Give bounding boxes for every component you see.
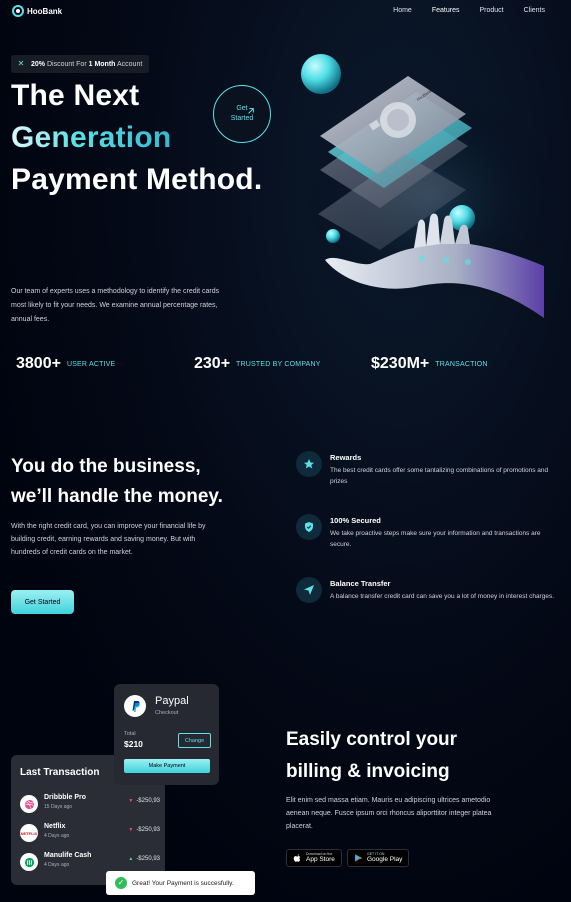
feature-title: Balance Transfer <box>330 579 391 588</box>
google-play-button[interactable]: GET IT ON Google Play <box>347 849 410 867</box>
transaction-amount: ▼ -$250,93 <box>128 798 160 804</box>
paypal-checkout-card: Paypal Checkout Total $210 Change Make P… <box>114 684 219 785</box>
stat-companies: 230+ TRUSTED BY COMPANY <box>194 355 371 373</box>
stat-label: TRANSACTION <box>435 360 488 368</box>
transaction-title: Last Transaction <box>20 767 100 778</box>
discount-icon: ✕ <box>17 59 25 68</box>
nav-link-home[interactable]: Home <box>393 7 412 14</box>
feature-text: We take proactive steps make sure your i… <box>330 530 541 548</box>
manulife-icon <box>20 853 38 871</box>
billing-description: Elit enim sed massa etiam. Mauris eu adi… <box>286 797 492 830</box>
app-store-button[interactable]: Download on the App Store <box>286 849 342 867</box>
star-icon <box>296 451 322 477</box>
payment-success-toast: ✓ Great! Your Payment is succesfully. <box>106 871 255 895</box>
transaction-date: 4 Days ago <box>44 862 70 868</box>
check-circle-icon: ✓ <box>115 877 127 889</box>
google-play-label: Google Play <box>367 856 403 863</box>
brand-name: HooBank <box>27 6 63 16</box>
page: HooBank Home Features Product Clients ✕ … <box>0 0 571 902</box>
stat-label: TRUSTED BY COMPANY <box>236 360 321 368</box>
apple-icon <box>293 854 301 862</box>
google-play-icon <box>355 854 363 862</box>
change-button[interactable]: Change <box>178 733 211 748</box>
arrow-down-icon: ▼ <box>128 827 134 833</box>
feature-title: Rewards <box>330 453 362 462</box>
transaction-row[interactable]: Dribbble Pro 15 Days ago ▼ -$250,93 <box>20 793 160 817</box>
transaction-date: 15 Days ago <box>44 804 73 810</box>
paypal-name: Paypal <box>155 695 189 707</box>
hero-description: Our team of experts uses a methodology t… <box>11 288 220 323</box>
total-label: Total <box>124 731 136 737</box>
feature-secured: 100% Secured We take proactive steps mak… <box>296 514 556 550</box>
feature-text: A balance transfer credit card can save … <box>330 593 555 600</box>
feature-title: 100% Secured <box>330 516 381 525</box>
stat-value: $230M+ <box>371 355 430 372</box>
business-description: With the right credit card, you can impr… <box>11 523 206 556</box>
navbar: HooBank Home Features Product Clients <box>0 0 571 26</box>
billing-title: Easily control your billing & invoicing <box>286 729 458 782</box>
stat-value: 230+ <box>194 355 231 372</box>
arrow-down-icon: ▼ <box>128 798 134 804</box>
feature-balance-transfer: Balance Transfer A balance transfer cred… <box>296 577 556 603</box>
transaction-name: Netflix <box>44 823 66 830</box>
arrow-up-icon: ▲ <box>128 856 134 862</box>
stat-users: 3800+ USER ACTIVE <box>16 355 194 373</box>
get-started-circle-button[interactable]: Get Started <box>213 85 271 143</box>
dribbble-icon <box>20 795 38 813</box>
paypal-icon <box>124 695 146 717</box>
stats-row: 3800+ USER ACTIVE 230+ TRUSTED BY COMPAN… <box>16 355 556 373</box>
get-started-button[interactable]: Get Started <box>11 590 74 614</box>
total-amount: $210 <box>124 739 143 749</box>
transaction-amount: ▼ -$250,93 <box>128 827 160 833</box>
feature-rewards: Rewards The best credit cards offer some… <box>296 451 556 487</box>
toast-text: Great! Your Payment is succesfully. <box>132 879 234 887</box>
hero-illustration: HooBank <box>300 54 550 318</box>
stat-label: USER ACTIVE <box>66 360 116 368</box>
stat-value: 3800+ <box>16 355 61 372</box>
arrow-up-right-icon <box>248 108 254 114</box>
discount-text: 20% Discount For 1 Month Account <box>31 60 143 68</box>
netflix-icon: NETFLIX <box>20 824 38 842</box>
discount-badge: ✕ 20% Discount For 1 Month Account <box>11 55 150 73</box>
transaction-amount: ▲ -$250,93 <box>128 856 160 862</box>
shield-icon <box>296 514 322 540</box>
business-title: You do the business, we’ll handle the mo… <box>11 456 223 507</box>
nav-link-features[interactable]: Features <box>432 7 460 14</box>
app-store-label: App Store <box>306 856 335 863</box>
nav-link-clients[interactable]: Clients <box>524 7 545 14</box>
feature-text: The best credit cards offer some tantali… <box>330 467 549 485</box>
send-icon <box>296 577 322 603</box>
nav-links: Home Features Product Clients <box>393 7 545 14</box>
transaction-row[interactable]: NETFLIX Netflix 4 Days ago ▼ -$250,93 <box>20 822 160 846</box>
stat-transaction: $230M+ TRANSACTION <box>371 355 488 373</box>
logo-icon <box>12 5 24 17</box>
nav-link-product[interactable]: Product <box>479 7 503 14</box>
logo[interactable]: HooBank <box>12 5 62 17</box>
make-payment-button[interactable]: Make Payment <box>124 759 210 773</box>
transaction-name: Dribbble Pro <box>44 794 87 801</box>
transaction-date: 4 Days ago <box>44 833 70 839</box>
paypal-sub: Checkout <box>155 710 179 716</box>
transaction-name: Manulife Cash <box>44 852 92 859</box>
